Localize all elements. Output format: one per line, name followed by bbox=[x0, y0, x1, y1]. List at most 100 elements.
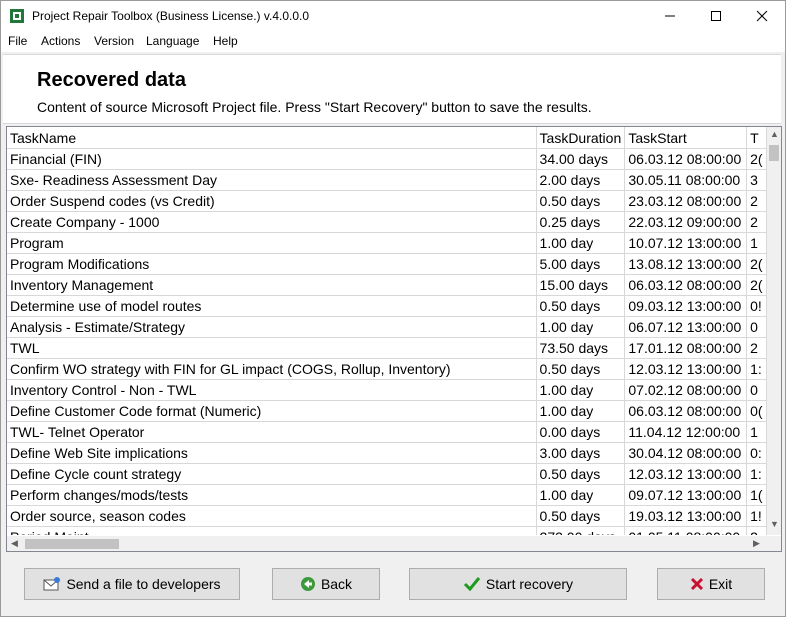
table-row[interactable]: TWL- Telnet Operator 0.00 days 11.04.12 12… bbox=[7, 421, 767, 443]
table-row[interactable]: Inventory Management 15.00 days 06.03.12 0… bbox=[7, 274, 767, 296]
menu-file[interactable]: File bbox=[8, 34, 27, 48]
maximize-icon bbox=[711, 11, 721, 21]
table-cell: 10.07.12 13:00:00 bbox=[624, 232, 748, 254]
send-file-label: Send a file to developers bbox=[66, 576, 221, 592]
maximize-button[interactable] bbox=[693, 1, 739, 31]
table-row[interactable]: Define Cycle count strategy 0.50 days 12.0… bbox=[7, 463, 767, 485]
table-row[interactable]: Order source, season codes 0.50 days 19.03… bbox=[7, 505, 767, 527]
table-cell: Create Company - 1000 bbox=[7, 211, 537, 233]
table-row[interactable]: Inventory Control - Non - TWL 1.00 day 07.… bbox=[7, 379, 767, 401]
table-cell: 3.00 days bbox=[536, 442, 626, 464]
table-cell: 30.04.12 08:00:00 bbox=[624, 442, 748, 464]
table-cell: 12.03.12 13:00:00 bbox=[624, 358, 748, 380]
table-cell: Inventory Control - Non - TWL bbox=[7, 379, 537, 401]
data-grid[interactable]: TaskName TaskDuration TaskStart T Financ… bbox=[6, 126, 782, 552]
table-cell: Program bbox=[7, 232, 537, 254]
table-cell: TWL- Telnet Operator bbox=[7, 421, 537, 443]
table-cell: 1 bbox=[746, 421, 767, 443]
table-cell: 3 bbox=[746, 169, 767, 191]
table-row[interactable]: Period Maint...273.00 days01.05.11 08:00… bbox=[7, 526, 767, 535]
table-cell: 5.00 days bbox=[536, 253, 626, 275]
table-cell: 23.03.12 08:00:00 bbox=[624, 190, 748, 212]
button-bar: Send a file to developers Back Start rec… bbox=[1, 554, 785, 616]
table-row[interactable]: Program 1.00 day 10.07.12 13:00:00 1 bbox=[7, 232, 767, 254]
minimize-button[interactable] bbox=[647, 1, 693, 31]
table-body: Financial (FIN) 34.00 days 06.03.12 08:00:… bbox=[7, 148, 767, 535]
scroll-right-icon[interactable]: ▶ bbox=[753, 538, 760, 549]
table-row[interactable]: Define Customer Code format (Numeric) 1.0… bbox=[7, 400, 767, 422]
table-cell: 0.25 days bbox=[536, 211, 626, 233]
table-cell: 2.00 days bbox=[536, 169, 626, 191]
exit-button[interactable]: Exit bbox=[657, 568, 765, 600]
scroll-up-icon[interactable]: ▲ bbox=[770, 129, 779, 139]
table-cell: Determine use of model routes bbox=[7, 295, 537, 317]
column-header-taskstart[interactable]: TaskStart bbox=[624, 127, 748, 149]
table-cell: 2( bbox=[746, 148, 767, 170]
table-cell: 0: bbox=[746, 442, 767, 464]
table-row[interactable]: Order Suspend codes (vs Credit) 0.50 days… bbox=[7, 190, 767, 212]
table-cell: Define Customer Code format (Numeric) bbox=[7, 400, 537, 422]
horizontal-scroll-thumb[interactable] bbox=[25, 539, 119, 549]
table-cell: 30.05.11 08:00:00 bbox=[624, 169, 748, 191]
table-cell: 0.50 days bbox=[536, 190, 626, 212]
table-cell: 34.00 days bbox=[536, 148, 626, 170]
back-button[interactable]: Back bbox=[272, 568, 380, 600]
table-cell: 06.03.12 08:00:00 bbox=[624, 274, 748, 296]
table-cell: 12.03.12 13:00:00 bbox=[624, 463, 748, 485]
scroll-left-icon[interactable]: ◀ bbox=[11, 538, 18, 549]
table-cell: 1: bbox=[746, 358, 767, 380]
close-window-button[interactable] bbox=[739, 1, 785, 31]
table-cell: 2 bbox=[746, 526, 767, 535]
table-row[interactable]: Create Company - 1000 0.25 days 22.03.12 0… bbox=[7, 211, 767, 233]
table-row[interactable]: Define Web Site implications 3.00 days 30.… bbox=[7, 442, 767, 464]
send-file-button[interactable]: Send a file to developers bbox=[24, 568, 240, 600]
menu-help[interactable]: Help bbox=[213, 34, 238, 48]
close-icon bbox=[756, 10, 768, 22]
table-row[interactable]: Confirm WO strategy with FIN for GL impa… bbox=[7, 358, 767, 380]
table-cell: 0.50 days bbox=[536, 295, 626, 317]
table-cell: Program Modifications bbox=[7, 253, 537, 275]
table-cell: 73.50 days bbox=[536, 337, 626, 359]
vertical-scroll-thumb[interactable] bbox=[769, 145, 779, 161]
table-cell: 1 bbox=[746, 232, 767, 254]
menu-language[interactable]: Language bbox=[146, 34, 199, 48]
menu-actions[interactable]: Actions bbox=[41, 34, 80, 48]
table-row[interactable]: Financial (FIN) 34.00 days 06.03.12 08:00:… bbox=[7, 148, 767, 170]
table-row[interactable]: Determine use of model routes 0.50 days 09… bbox=[7, 295, 767, 317]
table-cell: 0 bbox=[746, 379, 767, 401]
table-cell: 13.08.12 13:00:00 bbox=[624, 253, 748, 275]
table-row[interactable]: Sxe- Readiness Assessment Day 2.00 days 30… bbox=[7, 169, 767, 191]
x-icon bbox=[690, 577, 704, 591]
check-icon bbox=[463, 576, 481, 592]
table-cell: 0! bbox=[746, 295, 767, 317]
table-cell: 09.03.12 13:00:00 bbox=[624, 295, 748, 317]
table-row[interactable]: Program Modifications 5.00 days 13.08.12 1… bbox=[7, 253, 767, 275]
column-header-taskname[interactable]: TaskName bbox=[7, 127, 537, 149]
mail-icon bbox=[43, 576, 61, 592]
table-cell: 1.00 day bbox=[536, 400, 626, 422]
table-row[interactable]: Analysis - Estimate/Strategy 1.00 day 06.0… bbox=[7, 316, 767, 338]
table-cell: 1: bbox=[746, 463, 767, 485]
app-icon bbox=[9, 8, 25, 24]
table-cell: Period Maint... bbox=[7, 526, 537, 535]
table-cell: 0.50 days bbox=[536, 358, 626, 380]
table-cell: 22.03.12 09:00:00 bbox=[624, 211, 748, 233]
table-cell: Sxe- Readiness Assessment Day bbox=[7, 169, 537, 191]
menu-version[interactable]: Version bbox=[94, 34, 134, 48]
vertical-scrollbar[interactable]: ▲ ▼ bbox=[767, 127, 781, 535]
column-header-taskduration[interactable]: TaskDuration bbox=[536, 127, 626, 149]
start-recovery-button[interactable]: Start recovery bbox=[409, 568, 627, 600]
table-cell: 2 bbox=[746, 190, 767, 212]
scroll-down-icon[interactable]: ▼ bbox=[770, 519, 779, 529]
table-cell: Financial (FIN) bbox=[7, 148, 537, 170]
table-row[interactable]: Perform changes/mods/tests 1.00 day 09.07.… bbox=[7, 484, 767, 506]
horizontal-scrollbar[interactable]: ◀ ▶ bbox=[7, 536, 767, 551]
table-cell: 0.50 days bbox=[536, 505, 626, 527]
title-bar: Project Repair Toolbox (Business License… bbox=[1, 1, 785, 31]
table-cell: 1( bbox=[746, 484, 767, 506]
table-cell: 15.00 days bbox=[536, 274, 626, 296]
table-cell: 2 bbox=[746, 211, 767, 233]
menu-bar: File Actions Version Language Help bbox=[1, 31, 785, 52]
table-row[interactable]: TWL 73.50 days 17.01.12 08:00:00 2 bbox=[7, 337, 767, 359]
column-header-t[interactable]: T bbox=[746, 127, 767, 149]
